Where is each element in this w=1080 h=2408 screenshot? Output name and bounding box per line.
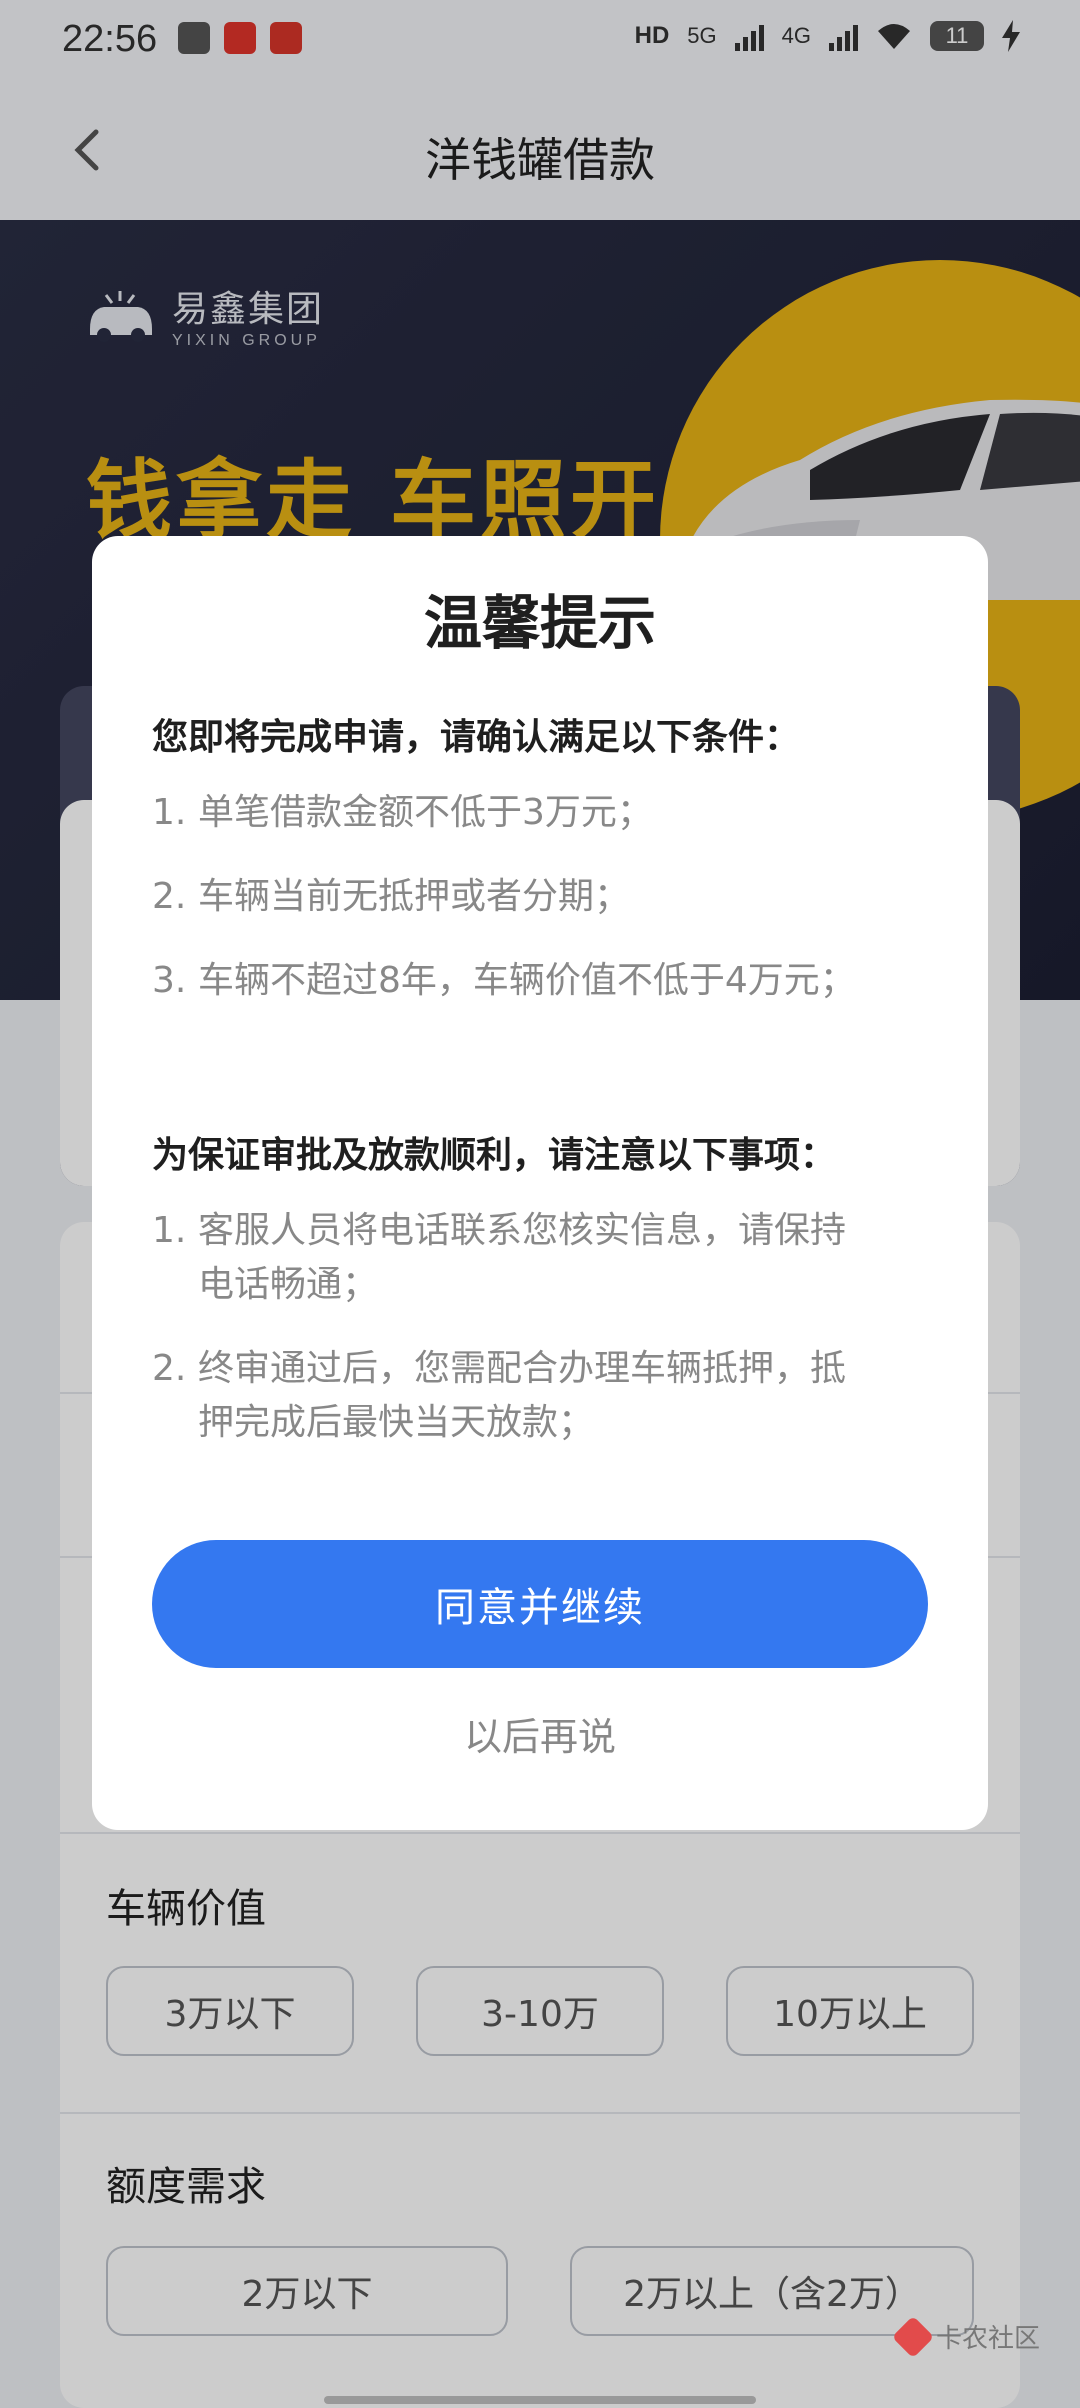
notes-heading: 为保证审批及放款顺利，请注意以下事项： [152, 1135, 837, 1176]
item-text: 单笔借款金额不低于3万元； [198, 792, 653, 833]
item-number: 1. [152, 792, 187, 833]
agree-continue-button[interactable]: 同意并继续 [152, 1540, 928, 1668]
watermark-logo-icon [891, 2315, 935, 2358]
conditions-heading: 您即将完成申请，请确认满足以下条件： [152, 717, 801, 758]
list-item: 3. 车辆不超过8年，车辆价值不低于4万元； [152, 954, 872, 1008]
item-number: 2. [152, 1348, 187, 1389]
item-number: 2. [152, 876, 187, 917]
item-text: 车辆不超过8年，车辆价值不低于4万元； [198, 960, 856, 1001]
home-indicator[interactable] [324, 2396, 756, 2404]
watermark: 卡农社区 [891, 2315, 1041, 2358]
item-text: 客服人员将电话联系您核实信息，请保持电话畅通； [198, 1210, 847, 1305]
notice-dialog: 温馨提示 您即将完成申请，请确认满足以下条件： 1. 单笔借款金额不低于3万元；… [92, 536, 988, 1830]
later-link[interactable]: 以后再说 [92, 1706, 988, 1761]
list-item: 1. 客服人员将电话联系您核实信息，请保持电话畅通； [152, 1204, 872, 1312]
list-item: 2. 终审通过后，您需配合办理车辆抵押，抵押完成后最快当天放款； [152, 1342, 872, 1450]
dialog-title: 温馨提示 [423, 589, 656, 657]
item-number: 1. [152, 1210, 187, 1251]
list-item: 2. 车辆当前无抵押或者分期； [152, 870, 892, 924]
watermark-text: 卡农社区 [936, 2324, 1041, 2354]
item-text: 车辆当前无抵押或者分期； [198, 876, 631, 917]
item-text: 终审通过后，您需配合办理车辆抵押，抵押完成后最快当天放款； [198, 1348, 847, 1443]
item-number: 3. [152, 960, 187, 1001]
list-item: 1. 单笔借款金额不低于3万元； [152, 786, 892, 840]
